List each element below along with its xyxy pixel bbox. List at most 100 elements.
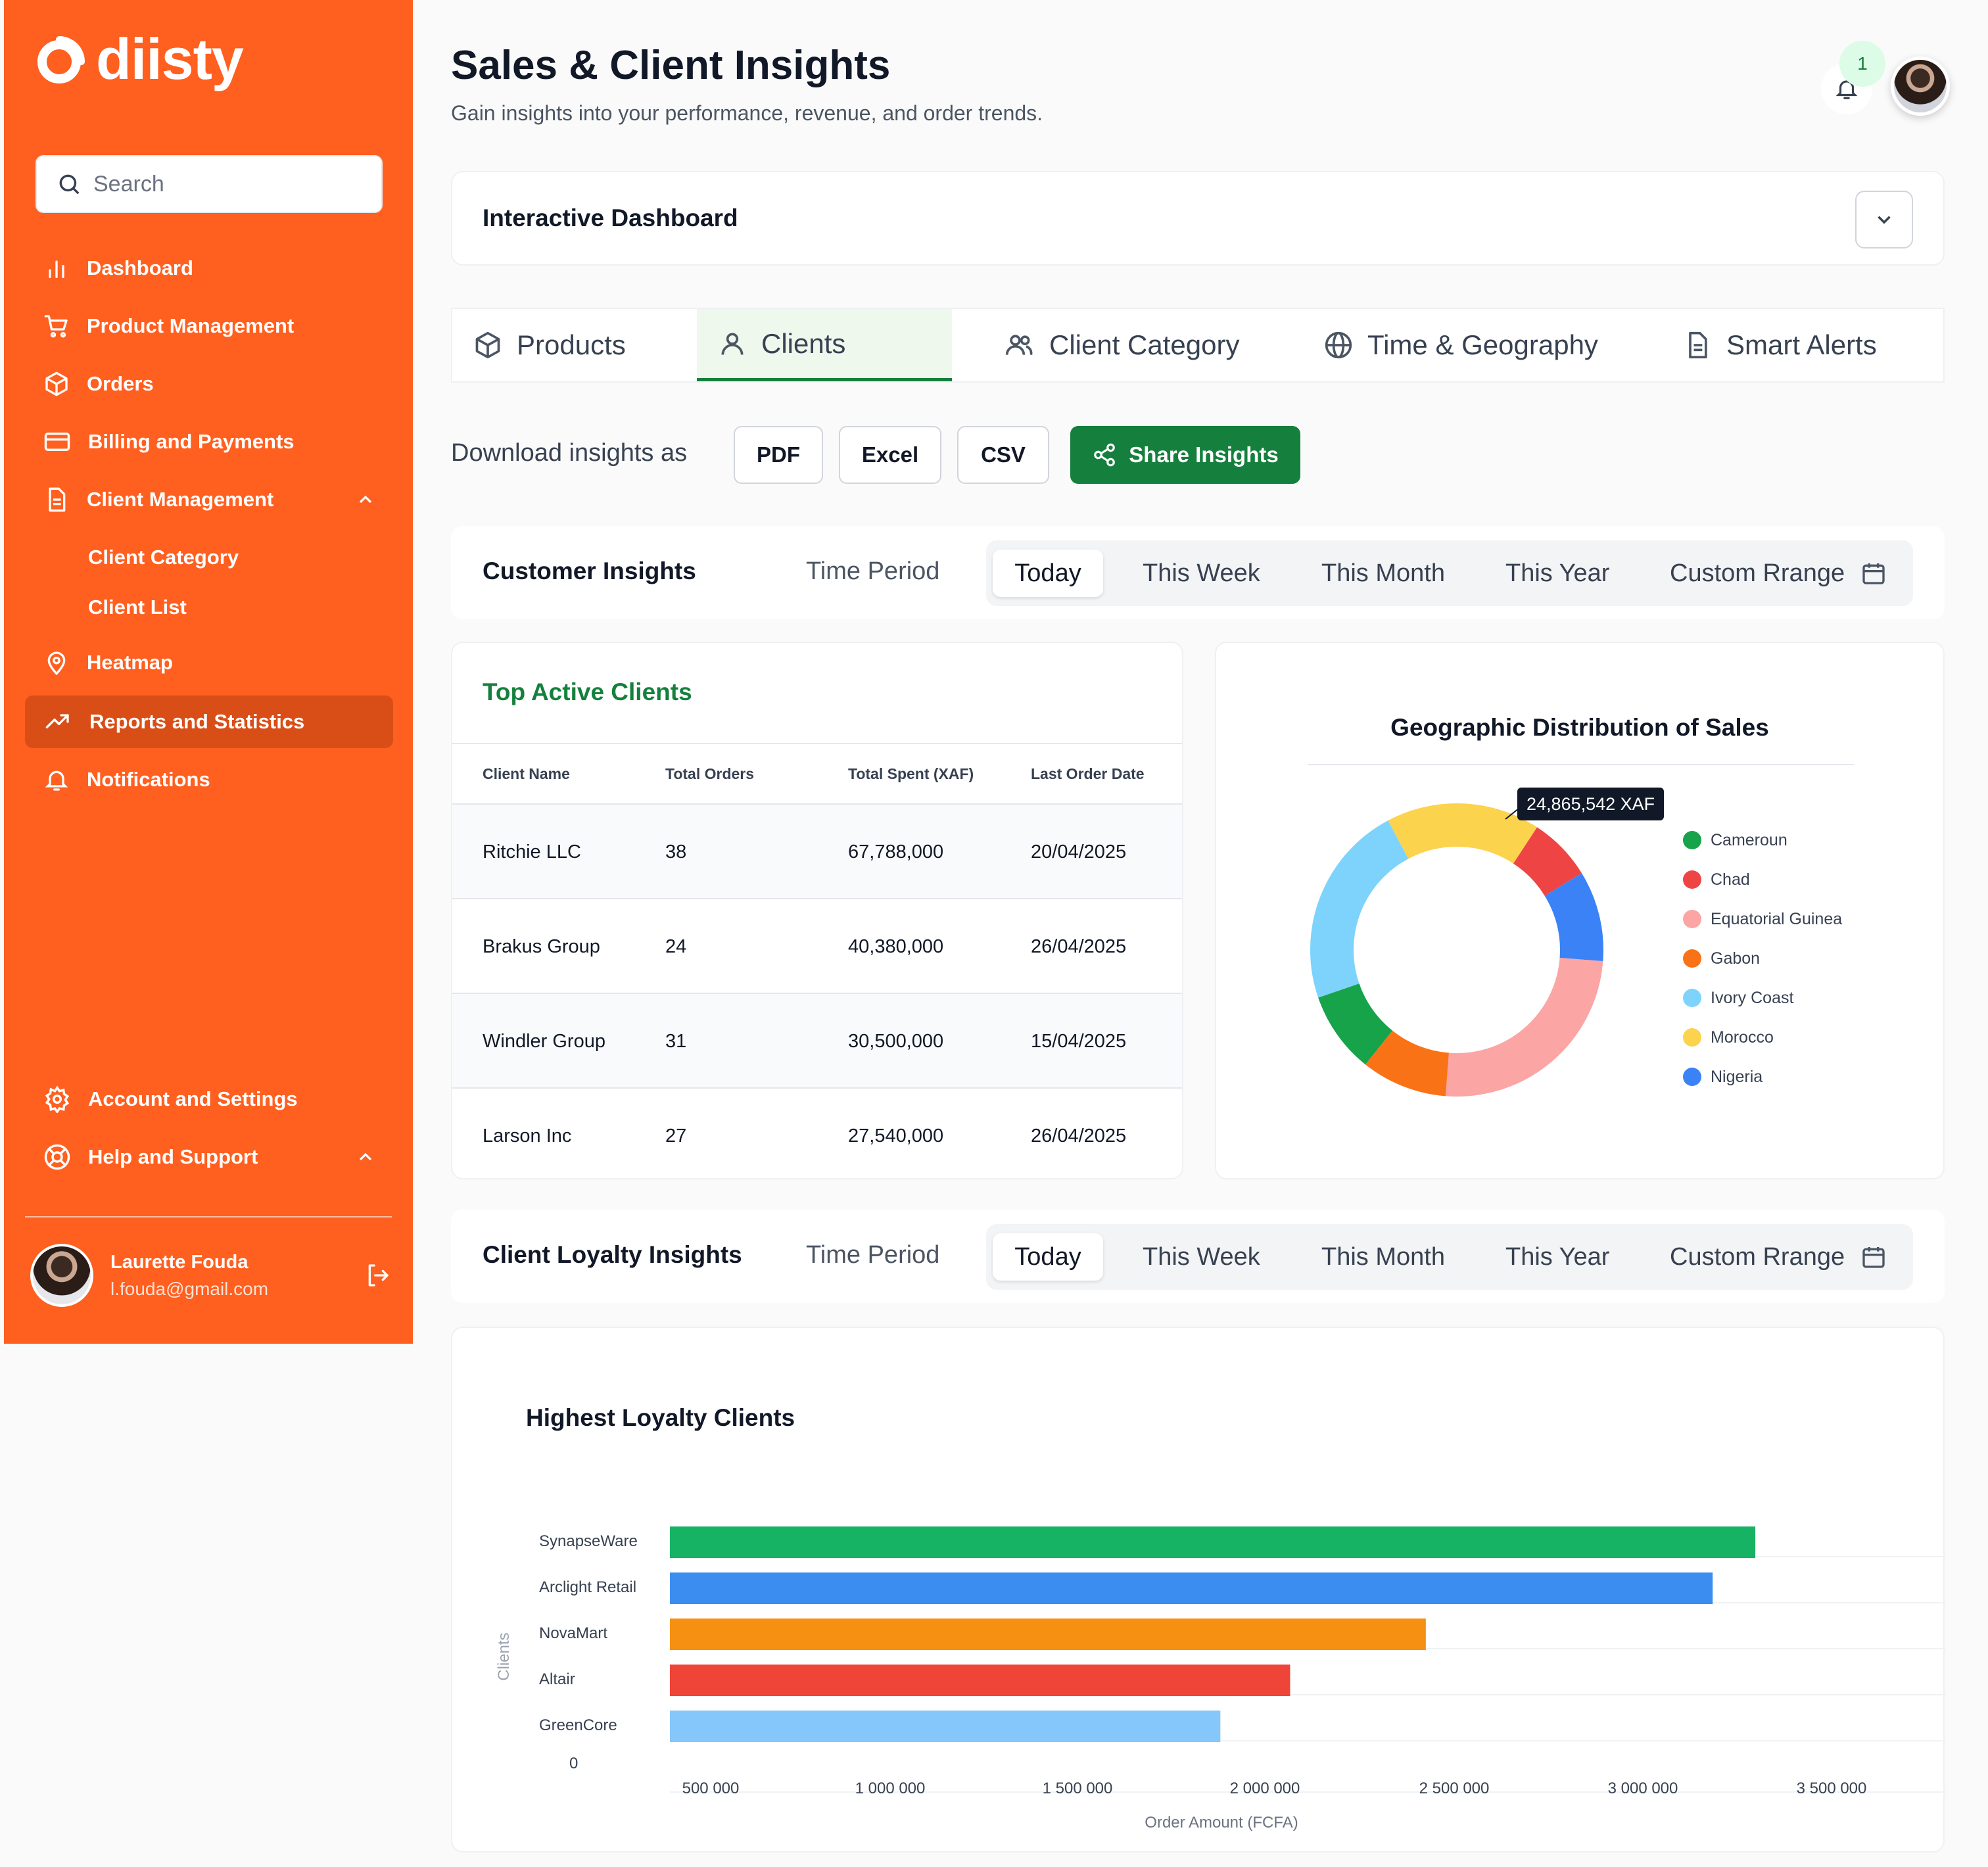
bar-greencore[interactable] <box>670 1711 1221 1742</box>
column-header[interactable]: Last Order Date <box>1031 765 1145 783</box>
legend-swatch <box>1683 1028 1701 1047</box>
sidebar-item-help-support[interactable]: Help and Support <box>25 1131 393 1183</box>
table-row[interactable]: Windler Group 31 30,500,000 15/04/2025 <box>452 994 1182 1089</box>
legend-swatch <box>1683 870 1701 889</box>
bar-altair[interactable] <box>670 1665 1290 1696</box>
document-icon <box>49 487 66 512</box>
legend-label: Chad <box>1711 870 1750 889</box>
avatar[interactable] <box>1891 57 1950 116</box>
x-tick-label: 3 000 000 <box>1608 1780 1678 1797</box>
cell-total-orders: 38 <box>665 841 687 863</box>
insight-tabs: Products Clients Client Category Time & … <box>451 308 1945 383</box>
donut-slice-nigeria[interactable] <box>1544 873 1603 962</box>
top-clients-title: Top Active Clients <box>483 678 692 705</box>
donut-slice-cameroun[interactable] <box>1318 983 1393 1065</box>
sidebar-item-account-settings[interactable]: Account and Settings <box>25 1073 393 1125</box>
avatar[interactable] <box>30 1244 93 1307</box>
period-today[interactable]: Today <box>993 1233 1103 1281</box>
download-pdf-button[interactable]: PDF <box>734 426 823 484</box>
dashboard-header: Interactive Dashboard <box>451 171 1945 266</box>
legend-item[interactable]: Equatorial Guinea <box>1683 899 1842 939</box>
loyalty-insights-bar: Client Loyalty Insights Time Period Toda… <box>451 1210 1945 1303</box>
sidebar-item-dashboard[interactable]: Dashboard <box>25 242 393 295</box>
donut-slice-chad[interactable] <box>1513 827 1582 897</box>
cell-total-spent: 27,540,000 <box>848 1125 944 1146</box>
map-pin-icon <box>47 651 66 676</box>
dashboard-toggle-button[interactable] <box>1855 191 1913 248</box>
custom-range-label: Custom Rrange <box>1670 1242 1845 1271</box>
column-header[interactable]: Total Spent (XAF) <box>848 765 974 783</box>
sidebar-item-billing[interactable]: Billing and Payments <box>25 415 393 468</box>
table-row[interactable]: Brakus Group 24 40,380,000 26/04/2025 <box>452 899 1182 994</box>
sidebar-subitem-client-category[interactable]: Client Category <box>88 546 239 569</box>
period-this-year[interactable]: This Year <box>1505 1233 1609 1281</box>
period-this-year[interactable]: This Year <box>1505 550 1609 597</box>
table-row[interactable]: Ritchie LLC 38 67,788,000 20/04/2025 <box>452 805 1182 899</box>
search-input[interactable]: Search <box>36 155 383 213</box>
sidebar-item-notifications[interactable]: Notifications <box>25 753 393 806</box>
legend-item[interactable]: Chad <box>1683 860 1842 899</box>
chevron-up-icon[interactable] <box>355 489 376 510</box>
column-header[interactable]: Client Name <box>483 765 570 783</box>
y-tick-label: Arclight Retail <box>539 1578 636 1596</box>
tab-client-category[interactable]: Client Category <box>952 309 1281 381</box>
document-icon <box>1689 331 1707 359</box>
period-this-week[interactable]: This Week <box>1143 1233 1260 1281</box>
period-today[interactable]: Today <box>993 550 1103 597</box>
download-csv-button[interactable]: CSV <box>957 426 1049 484</box>
sidebar-item-orders[interactable]: Orders <box>25 358 393 410</box>
cell-last-order: 15/04/2025 <box>1031 1031 1127 1052</box>
brand-logo[interactable]: diisty <box>34 30 244 88</box>
donut-slice-ivory-coast[interactable] <box>1310 820 1409 998</box>
tab-label: Time & Geography <box>1367 329 1598 360</box>
tab-smart-alerts[interactable]: Smart Alerts <box>1646 309 1942 381</box>
x-tick-label: 2 000 000 <box>1230 1780 1300 1797</box>
search-placeholder: Search <box>93 171 164 197</box>
legend-item[interactable]: Nigeria <box>1683 1057 1842 1097</box>
bar-novamart[interactable] <box>670 1619 1426 1650</box>
cell-last-order: 26/04/2025 <box>1031 1125 1127 1146</box>
calendar-icon <box>1862 563 1885 584</box>
sidebar-item-product-management[interactable]: Product Management <box>25 300 393 352</box>
bar-synapseware[interactable] <box>670 1526 1756 1558</box>
legend-item[interactable]: Cameroun <box>1683 820 1842 860</box>
donut-slice-morocco[interactable] <box>1388 803 1538 864</box>
share-insights-button[interactable]: Share Insights <box>1070 426 1300 484</box>
sidebar-item-heatmap[interactable]: Heatmap <box>25 636 393 689</box>
highest-loyalty-clients-card: Highest Loyalty Clients SynapseWare Arcli… <box>451 1327 1946 1853</box>
y-tick-label: Altair <box>539 1670 575 1688</box>
sidebar-item-client-management[interactable]: Client Management <box>25 473 393 526</box>
sidebar-subitem-client-list[interactable]: Client List <box>88 596 187 619</box>
user-name: Laurette Fouda <box>110 1251 248 1273</box>
legend-item[interactable]: Morocco <box>1683 1018 1842 1057</box>
period-this-week[interactable]: This Week <box>1143 550 1260 597</box>
period-this-month[interactable]: This Month <box>1321 550 1445 597</box>
user-profile[interactable]: Laurette Fouda l.fouda@gmail.com <box>30 1242 398 1308</box>
donut-slice-gabon[interactable] <box>1365 1030 1450 1097</box>
column-header[interactable]: Total Orders <box>665 765 754 783</box>
legend-item[interactable]: Ivory Coast <box>1683 978 1842 1018</box>
sidebar-item-reports[interactable]: Reports and Statistics <box>25 696 393 748</box>
legend-label: Morocco <box>1711 1028 1774 1047</box>
bar-arclight-retail[interactable] <box>670 1572 1713 1604</box>
period-this-month[interactable]: This Month <box>1321 1233 1445 1281</box>
period-custom-range[interactable]: Custom Rrange <box>1670 1233 1887 1281</box>
legend-swatch <box>1683 989 1701 1007</box>
sidebar-item-label: Help and Support <box>88 1145 258 1168</box>
legend-item[interactable]: Gabon <box>1683 939 1842 978</box>
tab-products[interactable]: Products <box>452 309 697 381</box>
notification-badge: 1 <box>1839 41 1885 87</box>
tab-time-geography[interactable]: Time & Geography <box>1281 309 1646 381</box>
tab-label: Products <box>517 329 626 360</box>
logout-icon[interactable] <box>364 1262 390 1288</box>
chevron-up-icon[interactable] <box>355 1146 376 1168</box>
download-excel-button[interactable]: Excel <box>839 426 941 484</box>
donut-slice-equatorial-guinea[interactable] <box>1445 957 1603 1097</box>
table-row[interactable]: Larson Inc 27 27,540,000 26/04/2025 <box>452 1089 1182 1178</box>
cell-total-spent: 30,500,000 <box>848 1031 944 1052</box>
user-icon <box>721 332 744 355</box>
legend-label: Nigeria <box>1711 1067 1763 1086</box>
cart-icon <box>44 315 68 338</box>
tab-clients[interactable]: Clients <box>697 309 952 381</box>
period-custom-range[interactable]: Custom Rrange <box>1670 550 1887 597</box>
